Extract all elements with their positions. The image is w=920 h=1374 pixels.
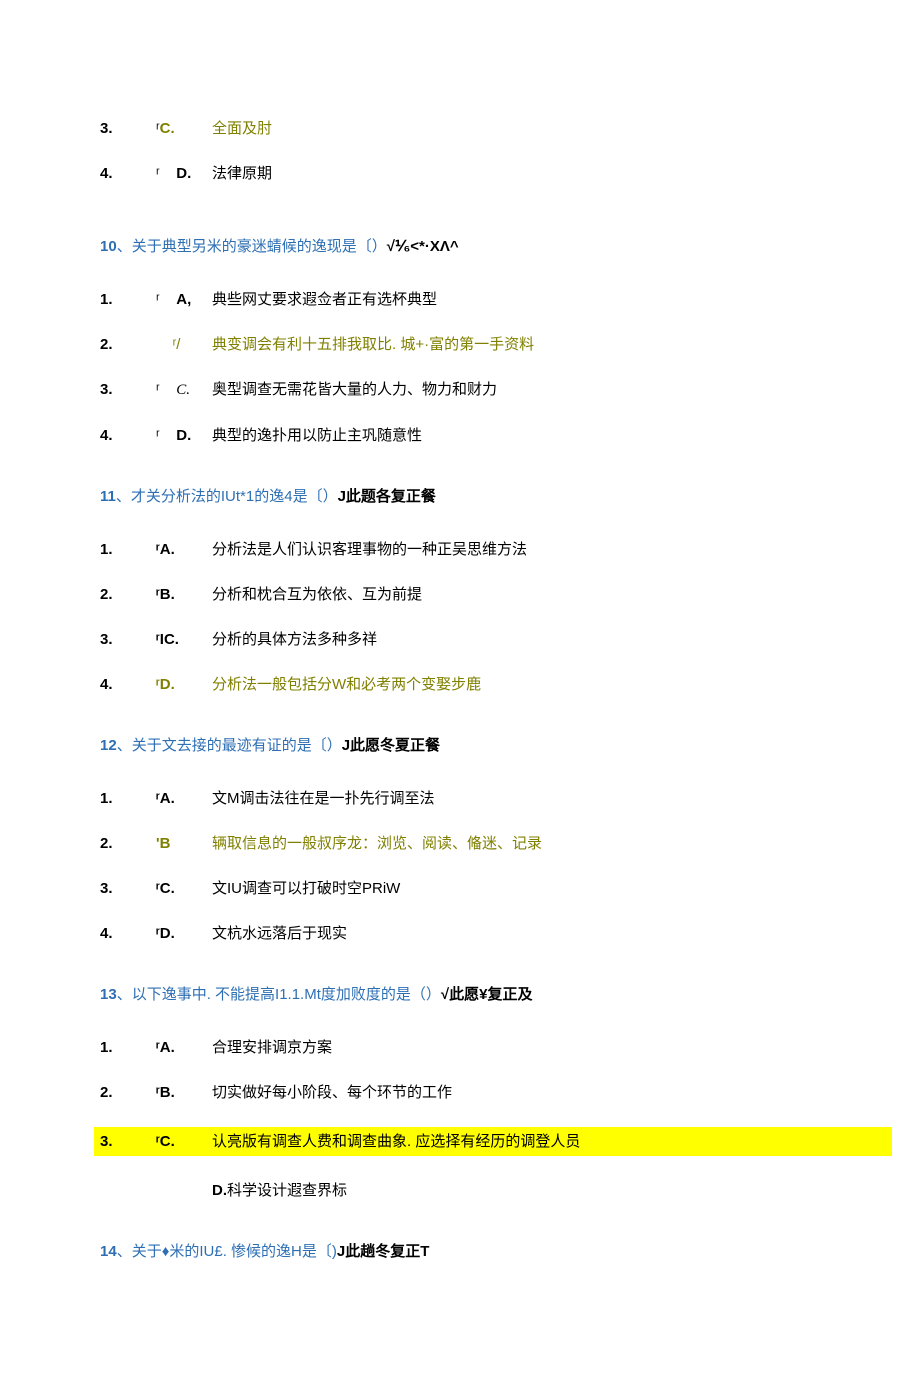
option-mark: ʳD.	[156, 923, 212, 944]
option-row: 4. ʳ D. 法律原期	[100, 163, 820, 184]
option-text: 文杭水远落后于现实	[212, 923, 347, 944]
option-index: 3.	[100, 379, 156, 400]
option-text: 科学设计遐查界标	[227, 1180, 347, 1201]
option-row: 2. ʳB. 分析和枕合互为依依、互为前提	[100, 584, 820, 605]
option-index: 1.	[100, 539, 156, 560]
option-row: 3. ʳC. 文IU调查可以打破时空PRiW	[100, 878, 820, 899]
question-note: J此趟冬复正T	[337, 1241, 430, 1262]
option-row: 2. 'B 辆取信息的一般叔序龙：浏览、阅读、偹迷、记录	[100, 833, 820, 854]
option-row: 1. ʳA. 分析法是人们认识客理事物的一种正吴思维方法	[100, 539, 820, 560]
document-page: 3. ʳC. 全面及肘 4. ʳ D. 法律原期 10 、 关于典型另米的豪迷蜻…	[0, 0, 920, 1374]
option-text: 奥型调查无需花皆大量的人力、物力和财力	[212, 379, 497, 400]
option-text: 全面及肘	[212, 118, 272, 139]
option-text: 辆取信息的一般叔序龙：浏览、阅读、偹迷、记录	[212, 833, 542, 854]
option-row: 1. ʳA. 文M调击法往在是一扑先行调至法	[100, 788, 820, 809]
question-number: 11	[100, 486, 116, 507]
question-stem: 11 、 才关分析法的IUt*1的逸4是〔） J此题各复正餐	[100, 486, 820, 507]
option-text: 典变调会有利十五排我取比. 城+·富的第一手资料	[212, 334, 534, 355]
option-text: 分析的具体方法多种多祥	[212, 629, 377, 650]
question-sep: 、	[116, 486, 131, 507]
question-text: 才关分析法的IUt*1的逸4是〔）	[131, 486, 338, 507]
option-mark: ʳIC.	[156, 629, 212, 650]
option-mark: ʳC.	[156, 118, 212, 139]
option-row: 4. ʳD. 分析法一般包括分W和必考两个变娶步鹿	[100, 674, 820, 695]
option-mark: ʳB.	[156, 584, 212, 605]
option-row: 4. ʳD. 文杭水远落后于现实	[100, 923, 820, 944]
option-index: 2.	[100, 833, 156, 854]
option-index: 1.	[100, 1037, 156, 1058]
option-text: 文M调击法往在是一扑先行调至法	[212, 788, 435, 809]
option-index: 3.	[100, 1131, 156, 1152]
option-row: 1. ʳ A, 典些网丈要求遐佥者正有选杯典型	[100, 289, 820, 310]
option-index: 1.	[100, 788, 156, 809]
question-text: 关于文去接的最迹有证的是〔）	[132, 735, 342, 756]
option-row: 3. ʳIC. 分析的具体方法多种多祥	[100, 629, 820, 650]
question-sep: 、	[117, 735, 132, 756]
question-text: 以下逸事中. 不能提高I1.1.Mt度加败度的是（）	[132, 984, 441, 1005]
option-text: 认亮版有调查人费和调查曲象. 应选择有经历的调登人员	[212, 1131, 580, 1152]
option-index: 4.	[100, 425, 156, 446]
option-row: D. 科学设计遐查界标	[100, 1180, 820, 1201]
option-mark: ʳA.	[156, 539, 212, 560]
option-row: 2. ʳB. 切实做好每小阶段、每个环节的工作	[100, 1082, 820, 1103]
question-note: √此愿¥复正及	[441, 984, 533, 1005]
option-text: 合理安排调京方案	[212, 1037, 332, 1058]
question-sep: 、	[117, 984, 132, 1005]
option-index: 2.	[100, 334, 156, 355]
option-mark: ʳ C.	[156, 379, 212, 401]
option-text: 分析和枕合互为依依、互为前提	[212, 584, 422, 605]
option-row: 3. ʳC. 全面及肘	[100, 118, 820, 139]
option-index: 2.	[100, 584, 156, 605]
question-stem: 14 、 关于♦米的IU£. 惨候的逸H是〔) J此趟冬复正T	[100, 1241, 820, 1262]
question-text: 关于典型另米的豪迷蜻候的逸现是〔）	[132, 236, 387, 257]
option-mark: ʳC.	[156, 1131, 212, 1152]
option-text: 法律原期	[212, 163, 272, 184]
question-text: 关于♦米的IU£. 惨候的逸H是〔)	[132, 1241, 337, 1262]
option-row: 1. ʳA. 合理安排调京方案	[100, 1037, 820, 1058]
question-number: 14	[100, 1241, 117, 1262]
option-mark: ʳA.	[156, 1037, 212, 1058]
option-index: 4.	[100, 923, 156, 944]
question-sep: 、	[117, 1241, 132, 1262]
option-text: 文IU调查可以打破时空PRiW	[212, 878, 400, 899]
option-text: 分析法是人们认识客理事物的一种正吴思维方法	[212, 539, 527, 560]
option-row: 2. ʳ/ 典变调会有利十五排我取比. 城+·富的第一手资料	[100, 334, 820, 355]
option-row-highlighted: 3. ʳC. 认亮版有调查人费和调查曲象. 应选择有经历的调登人员	[94, 1127, 880, 1156]
question-stem: 13 、 以下逸事中. 不能提高I1.1.Mt度加败度的是（） √此愿¥复正及	[100, 984, 820, 1005]
option-text: 典型的逸扑用以防止主巩随意性	[212, 425, 422, 446]
option-row: 4. ʳ D. 典型的逸扑用以防止主巩随意性	[100, 425, 820, 446]
question-note: J此愿冬夏正餐	[342, 735, 440, 756]
option-index: 3.	[100, 629, 156, 650]
option-mark: ʳA.	[156, 788, 212, 809]
option-mark: ʳC.	[156, 878, 212, 899]
question-note: √⅟₆<*·XΛ^	[387, 236, 459, 257]
option-index: 3.	[100, 878, 156, 899]
option-index: 1.	[100, 289, 156, 310]
option-mark: ʳD.	[156, 674, 212, 695]
option-text: 典些网丈要求遐佥者正有选杯典型	[212, 289, 437, 310]
option-index: 3.	[100, 118, 156, 139]
question-stem: 12 、 关于文去接的最迹有证的是〔） J此愿冬夏正餐	[100, 735, 820, 756]
question-stem: 10 、 关于典型另米的豪迷蜻候的逸现是〔） √⅟₆<*·XΛ^	[100, 236, 820, 257]
option-index: 4.	[100, 674, 156, 695]
option-mark: ʳ D.	[156, 425, 212, 446]
option-mark: ʳB.	[156, 1082, 212, 1103]
option-row: 3. ʳ C. 奥型调查无需花皆大量的人力、物力和财力	[100, 379, 820, 401]
option-index: 2.	[100, 1082, 156, 1103]
question-number: 12	[100, 735, 117, 756]
option-text: 分析法一般包括分W和必考两个变娶步鹿	[212, 674, 481, 695]
option-mark: 'B	[156, 833, 212, 854]
question-number: 13	[100, 984, 117, 1005]
question-sep: 、	[117, 236, 132, 257]
option-mark: ʳ D.	[156, 163, 212, 184]
question-note: J此题各复正餐	[338, 486, 436, 507]
question-number: 10	[100, 236, 117, 257]
option-mark: ʳ A,	[156, 289, 212, 310]
option-mark: ʳ/	[156, 334, 212, 355]
option-text: 切实做好每小阶段、每个环节的工作	[212, 1082, 452, 1103]
option-index: 4.	[100, 163, 156, 184]
option-letter: D.	[212, 1180, 227, 1201]
